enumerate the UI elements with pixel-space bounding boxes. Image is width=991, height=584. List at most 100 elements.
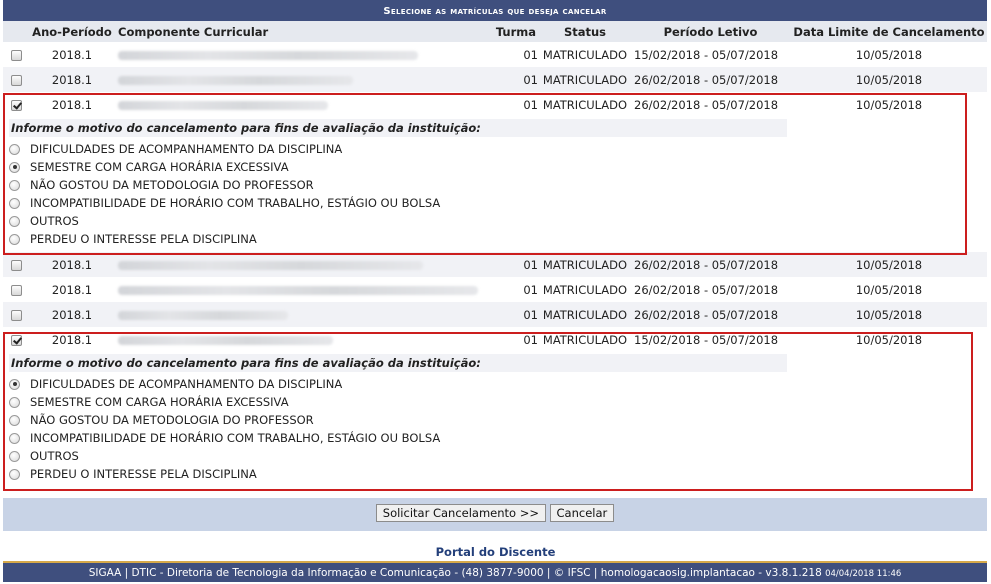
radio-button[interactable] bbox=[9, 197, 20, 209]
row-checkbox[interactable] bbox=[11, 49, 22, 61]
row-checkbox[interactable] bbox=[11, 259, 22, 271]
radio-button[interactable] bbox=[9, 143, 20, 155]
row-status: MATRICULADO bbox=[540, 92, 630, 117]
radio-button[interactable] bbox=[9, 414, 20, 426]
row-data-limite: 10/05/2018 bbox=[791, 252, 987, 277]
redacted-component-name bbox=[118, 310, 288, 320]
table-row: 2018.1 01 MATRICULADO 26/02/2018 - 05/07… bbox=[3, 92, 987, 117]
table-row: 2018.1 01 MATRICULADO 26/02/2018 - 05/07… bbox=[3, 252, 987, 277]
cancel-enrollment-panel: Selecione as matrículas que deseja cance… bbox=[3, 0, 987, 487]
row-checkbox[interactable] bbox=[11, 309, 22, 321]
row-checkbox[interactable] bbox=[11, 99, 22, 111]
row-status: MATRICULADO bbox=[540, 252, 630, 277]
table-row: 2018.1 01 MATRICULADO 15/02/2018 - 05/07… bbox=[3, 42, 987, 67]
reason-option-label: DIFICULDADES DE ACOMPANHAMENTO DA DISCIP… bbox=[30, 377, 343, 391]
column-header-ano: Ano-Período bbox=[30, 21, 114, 42]
row-periodo: 26/02/2018 - 05/07/2018 bbox=[630, 67, 791, 92]
row-ano: 2018.1 bbox=[30, 302, 114, 327]
row-turma: 01 bbox=[489, 42, 540, 67]
column-header-data-limite: Data Limite de Cancelamento bbox=[791, 21, 987, 42]
row-ano: 2018.1 bbox=[30, 67, 114, 92]
row-ano: 2018.1 bbox=[30, 92, 114, 117]
table-row: 2018.1 01 MATRICULADO 26/02/2018 - 05/07… bbox=[3, 67, 987, 92]
row-data-limite: 10/05/2018 bbox=[791, 302, 987, 327]
cancel-reason-row: Informe o motivo do cancelamento para fi… bbox=[3, 352, 987, 487]
radio-button[interactable] bbox=[9, 450, 20, 462]
redacted-component-name bbox=[118, 285, 478, 295]
cancel-reason-group: Informe o motivo do cancelamento para fi… bbox=[3, 117, 987, 252]
reason-option-label: SEMESTRE COM CARGA HORÁRIA EXCESSIVA bbox=[30, 160, 289, 174]
reason-option-label: NÃO GOSTOU DA METODOLOGIA DO PROFESSOR bbox=[30, 178, 314, 192]
radio-button[interactable] bbox=[9, 468, 20, 480]
row-checkbox[interactable] bbox=[11, 284, 22, 296]
reason-option[interactable]: OUTROS bbox=[9, 447, 987, 465]
row-turma: 01 bbox=[489, 92, 540, 117]
row-status: MATRICULADO bbox=[540, 42, 630, 67]
row-data-limite: 10/05/2018 bbox=[791, 67, 987, 92]
reason-option[interactable]: INCOMPATIBILIDADE DE HORÁRIO COM TRABALH… bbox=[9, 429, 987, 447]
cancel-reason-title: Informe o motivo do cancelamento para fi… bbox=[9, 354, 787, 372]
row-turma: 01 bbox=[489, 67, 540, 92]
table-row: 2018.1 01 MATRICULADO 26/02/2018 - 05/07… bbox=[3, 277, 987, 302]
radio-button[interactable] bbox=[9, 179, 20, 191]
reason-option[interactable]: OUTROS bbox=[9, 212, 987, 230]
action-bar: Solicitar Cancelamento >> Cancelar bbox=[3, 498, 987, 531]
radio-button[interactable] bbox=[9, 161, 20, 173]
row-checkbox[interactable] bbox=[11, 74, 22, 86]
redacted-component-name bbox=[118, 100, 328, 110]
row-status: MATRICULADO bbox=[540, 67, 630, 92]
request-cancellation-button[interactable]: Solicitar Cancelamento >> bbox=[375, 504, 546, 522]
reason-option[interactable]: PERDEU O INTERESSE PELA DISCIPLINA bbox=[9, 230, 987, 248]
redacted-component-name bbox=[118, 50, 418, 60]
row-turma: 01 bbox=[489, 302, 540, 327]
row-checkbox[interactable] bbox=[11, 334, 22, 346]
reason-option[interactable]: INCOMPATIBILIDADE DE HORÁRIO COM TRABALH… bbox=[9, 194, 987, 212]
reason-option-label: NÃO GOSTOU DA METODOLOGIA DO PROFESSOR bbox=[30, 413, 314, 427]
row-ano: 2018.1 bbox=[30, 327, 114, 352]
row-status: MATRICULADO bbox=[540, 327, 630, 352]
portal-discente-link[interactable]: Portal do Discente bbox=[0, 545, 991, 559]
cancel-button[interactable]: Cancelar bbox=[549, 504, 615, 522]
footer: SIGAA | DTIC - Diretoria de Tecnologia d… bbox=[3, 561, 987, 582]
footer-text: SIGAA | DTIC - Diretoria de Tecnologia d… bbox=[88, 567, 822, 579]
row-periodo: 15/02/2018 - 05/07/2018 bbox=[630, 42, 791, 67]
row-periodo: 26/02/2018 - 05/07/2018 bbox=[630, 277, 791, 302]
table-header-row: Ano-Período Componente Curricular Turma … bbox=[3, 21, 987, 42]
row-turma: 01 bbox=[489, 252, 540, 277]
radio-button[interactable] bbox=[9, 396, 20, 408]
cancel-reason-title: Informe o motivo do cancelamento para fi… bbox=[9, 119, 787, 137]
row-status: MATRICULADO bbox=[540, 302, 630, 327]
table-row: 2018.1 01 MATRICULADO 26/02/2018 - 05/07… bbox=[3, 302, 987, 327]
reason-option[interactable]: NÃO GOSTOU DA METODOLOGIA DO PROFESSOR bbox=[9, 411, 987, 429]
row-data-limite: 10/05/2018 bbox=[791, 92, 987, 117]
column-header-periodo: Período Letivo bbox=[630, 21, 791, 42]
radio-button[interactable] bbox=[9, 215, 20, 227]
cancel-reason-row: Informe o motivo do cancelamento para fi… bbox=[3, 117, 987, 252]
redacted-component-name bbox=[118, 260, 423, 270]
column-header-componente: Componente Curricular bbox=[114, 21, 489, 42]
column-header-status: Status bbox=[540, 21, 630, 42]
radio-button[interactable] bbox=[9, 233, 20, 245]
radio-button[interactable] bbox=[9, 432, 20, 444]
row-data-limite: 10/05/2018 bbox=[791, 42, 987, 67]
row-periodo: 26/02/2018 - 05/07/2018 bbox=[630, 252, 791, 277]
row-periodo: 15/02/2018 - 05/07/2018 bbox=[630, 327, 791, 352]
cancel-reason-group: Informe o motivo do cancelamento para fi… bbox=[3, 352, 987, 487]
row-ano: 2018.1 bbox=[30, 277, 114, 302]
reason-option[interactable]: PERDEU O INTERESSE PELA DISCIPLINA bbox=[9, 465, 987, 483]
row-ano: 2018.1 bbox=[30, 252, 114, 277]
reason-option-label: PERDEU O INTERESSE PELA DISCIPLINA bbox=[30, 232, 257, 246]
row-turma: 01 bbox=[489, 327, 540, 352]
reason-option-label: INCOMPATIBILIDADE DE HORÁRIO COM TRABALH… bbox=[30, 431, 441, 445]
reason-option[interactable]: DIFICULDADES DE ACOMPANHAMENTO DA DISCIP… bbox=[9, 375, 987, 393]
reason-option[interactable]: SEMESTRE COM CARGA HORÁRIA EXCESSIVA bbox=[9, 158, 987, 176]
reason-option-label: INCOMPATIBILIDADE DE HORÁRIO COM TRABALH… bbox=[30, 196, 441, 210]
reason-option[interactable]: DIFICULDADES DE ACOMPANHAMENTO DA DISCIP… bbox=[9, 140, 987, 158]
reason-option-label: OUTROS bbox=[30, 214, 79, 228]
reason-option[interactable]: SEMESTRE COM CARGA HORÁRIA EXCESSIVA bbox=[9, 393, 987, 411]
row-status: MATRICULADO bbox=[540, 277, 630, 302]
radio-button[interactable] bbox=[9, 378, 20, 390]
reason-option[interactable]: NÃO GOSTOU DA METODOLOGIA DO PROFESSOR bbox=[9, 176, 987, 194]
column-header-select bbox=[3, 21, 30, 42]
table-row: 2018.1 01 MATRICULADO 15/02/2018 - 05/07… bbox=[3, 327, 987, 352]
